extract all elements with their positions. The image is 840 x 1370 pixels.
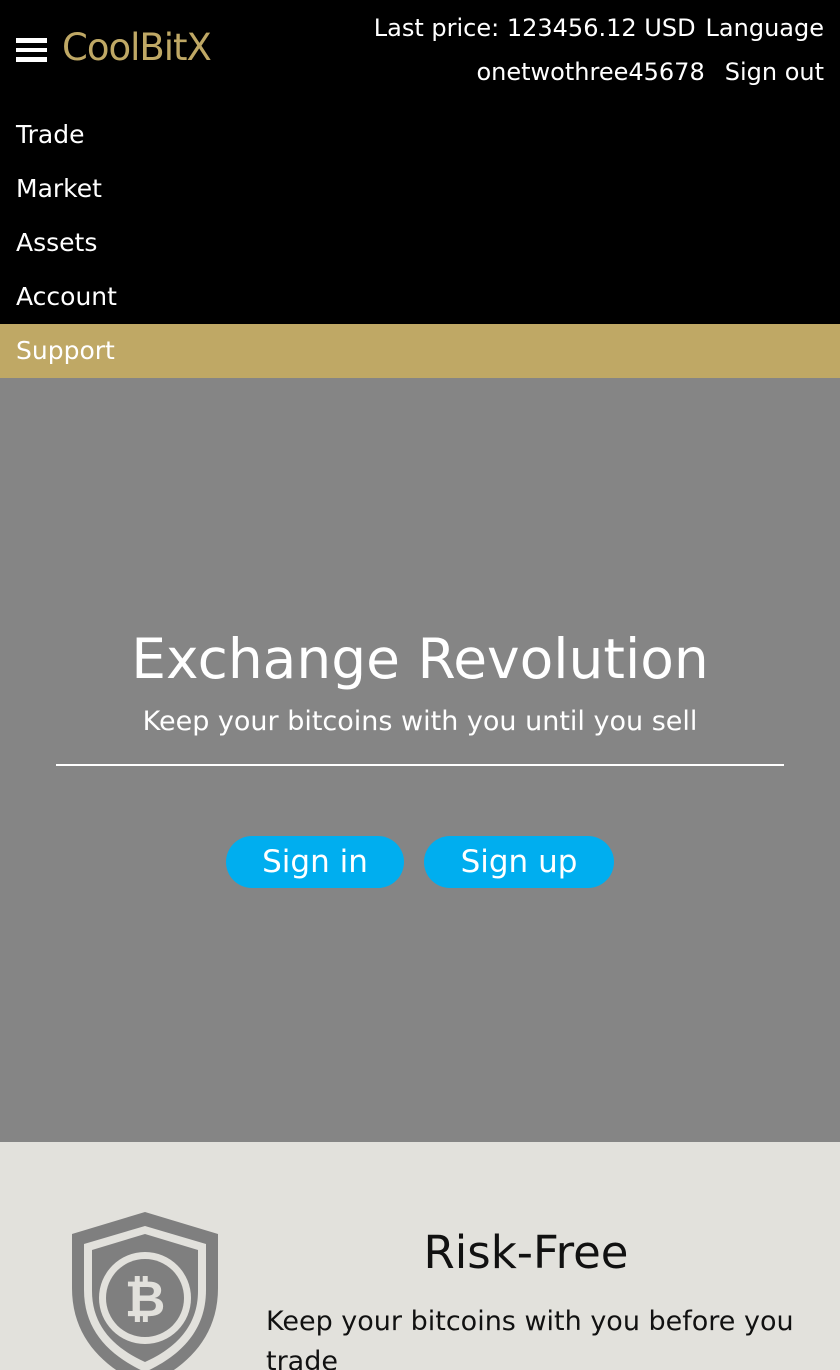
header-row-price: Last price: 123456.12 USD Language bbox=[374, 14, 824, 42]
nav-menu: Trade Market Assets Account Support bbox=[0, 108, 840, 378]
last-price: Last price: 123456.12 USD bbox=[373, 14, 696, 42]
feature-title: Risk-Free bbox=[423, 1226, 629, 1279]
hero-subtitle: Keep your bitcoins with you until you se… bbox=[142, 706, 698, 737]
hero-divider bbox=[56, 764, 784, 766]
sign-up-button[interactable]: Sign up bbox=[424, 836, 614, 888]
menu-icon[interactable] bbox=[16, 38, 47, 62]
nav-item-assets[interactable]: Assets bbox=[0, 216, 840, 270]
bitcoin-shield-icon: ₿ bbox=[72, 1212, 218, 1370]
top-header: CoolBitX Last price: 123456.12 USD Langu… bbox=[0, 0, 840, 108]
username-link[interactable]: onetwothree45678 bbox=[476, 58, 704, 86]
nav-item-trade[interactable]: Trade bbox=[0, 108, 840, 162]
hero-section: Exchange Revolution Keep your bitcoins w… bbox=[0, 378, 840, 1142]
svg-text:₿: ₿ bbox=[125, 1270, 166, 1328]
hero-buttons: Sign in Sign up bbox=[0, 836, 840, 888]
hero-title: Exchange Revolution bbox=[131, 627, 709, 691]
sign-out-link[interactable]: Sign out bbox=[725, 58, 824, 86]
sign-in-button[interactable]: Sign in bbox=[226, 836, 404, 888]
nav-item-account[interactable]: Account bbox=[0, 270, 840, 324]
logo[interactable]: CoolBitX bbox=[62, 26, 212, 69]
nav-item-market[interactable]: Market bbox=[0, 162, 840, 216]
nav-item-support[interactable]: Support bbox=[0, 324, 840, 378]
feature-text: Keep your bitcoins with you before you t… bbox=[266, 1306, 794, 1370]
language-link[interactable]: Language bbox=[706, 14, 824, 42]
feature-risk-free: ₿ Risk-Free Keep your bitcoins with you … bbox=[0, 1142, 840, 1370]
header-row-user: onetwothree45678 Sign out bbox=[476, 58, 824, 86]
